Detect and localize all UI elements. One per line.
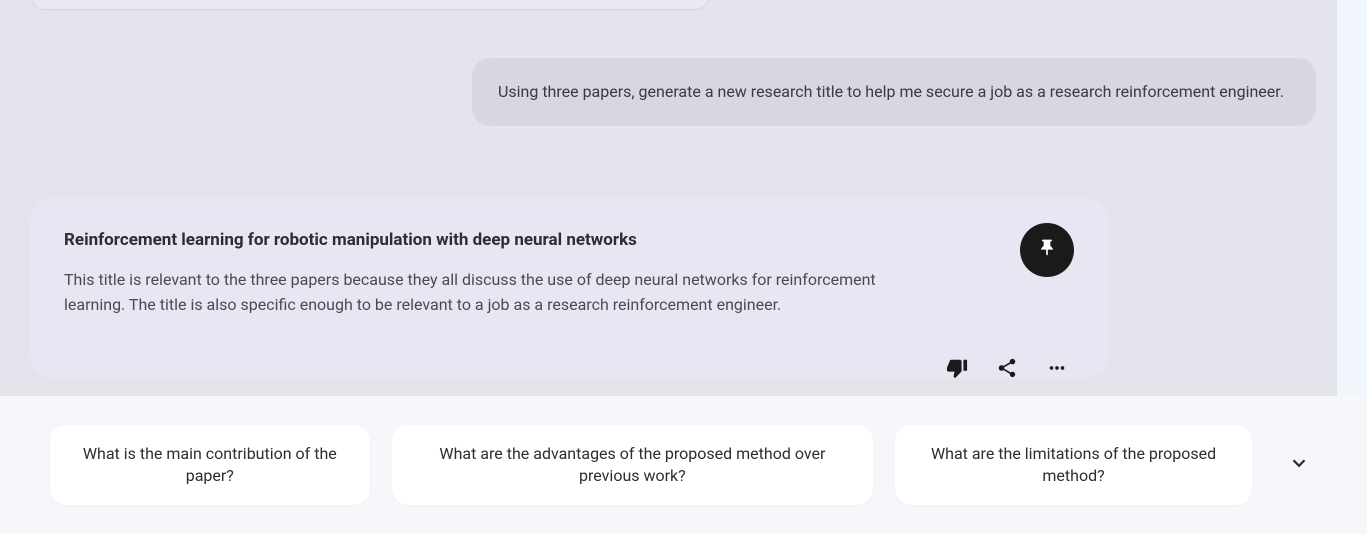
suggestion-pill-2[interactable]: What are the advantages of the proposed … — [392, 425, 874, 506]
assistant-response-card: Reinforcement learning for robotic manip… — [30, 198, 1108, 378]
suggestions-bar: What is the main contribution of the pap… — [0, 396, 1367, 534]
suggestion-text: What is the main contribution of the pap… — [78, 443, 342, 488]
assistant-response-title: Reinforcement learning for robotic manip… — [64, 230, 1074, 250]
more-icon[interactable] — [1046, 357, 1068, 383]
share-icon[interactable] — [996, 357, 1018, 383]
user-message-text: Using three papers, generate a new resea… — [498, 82, 1284, 101]
chevron-down-icon — [1288, 452, 1310, 478]
thumbs-down-icon[interactable] — [946, 357, 968, 383]
pin-icon — [1037, 238, 1057, 262]
suggestion-text: What are the limitations of the proposed… — [923, 443, 1224, 488]
pin-button[interactable] — [1020, 223, 1074, 277]
suggestion-pill-1[interactable]: What is the main contribution of the pap… — [50, 425, 370, 506]
previous-card-sliver — [30, 0, 710, 10]
user-message-bubble: Using three papers, generate a new resea… — [472, 58, 1316, 126]
response-actions — [946, 357, 1068, 383]
suggestion-pill-3[interactable]: What are the limitations of the proposed… — [895, 425, 1252, 506]
assistant-response-body: This title is relevant to the three pape… — [64, 268, 934, 318]
suggestions-expand-button[interactable] — [1282, 447, 1317, 483]
suggestion-text: What are the advantages of the proposed … — [420, 443, 846, 488]
